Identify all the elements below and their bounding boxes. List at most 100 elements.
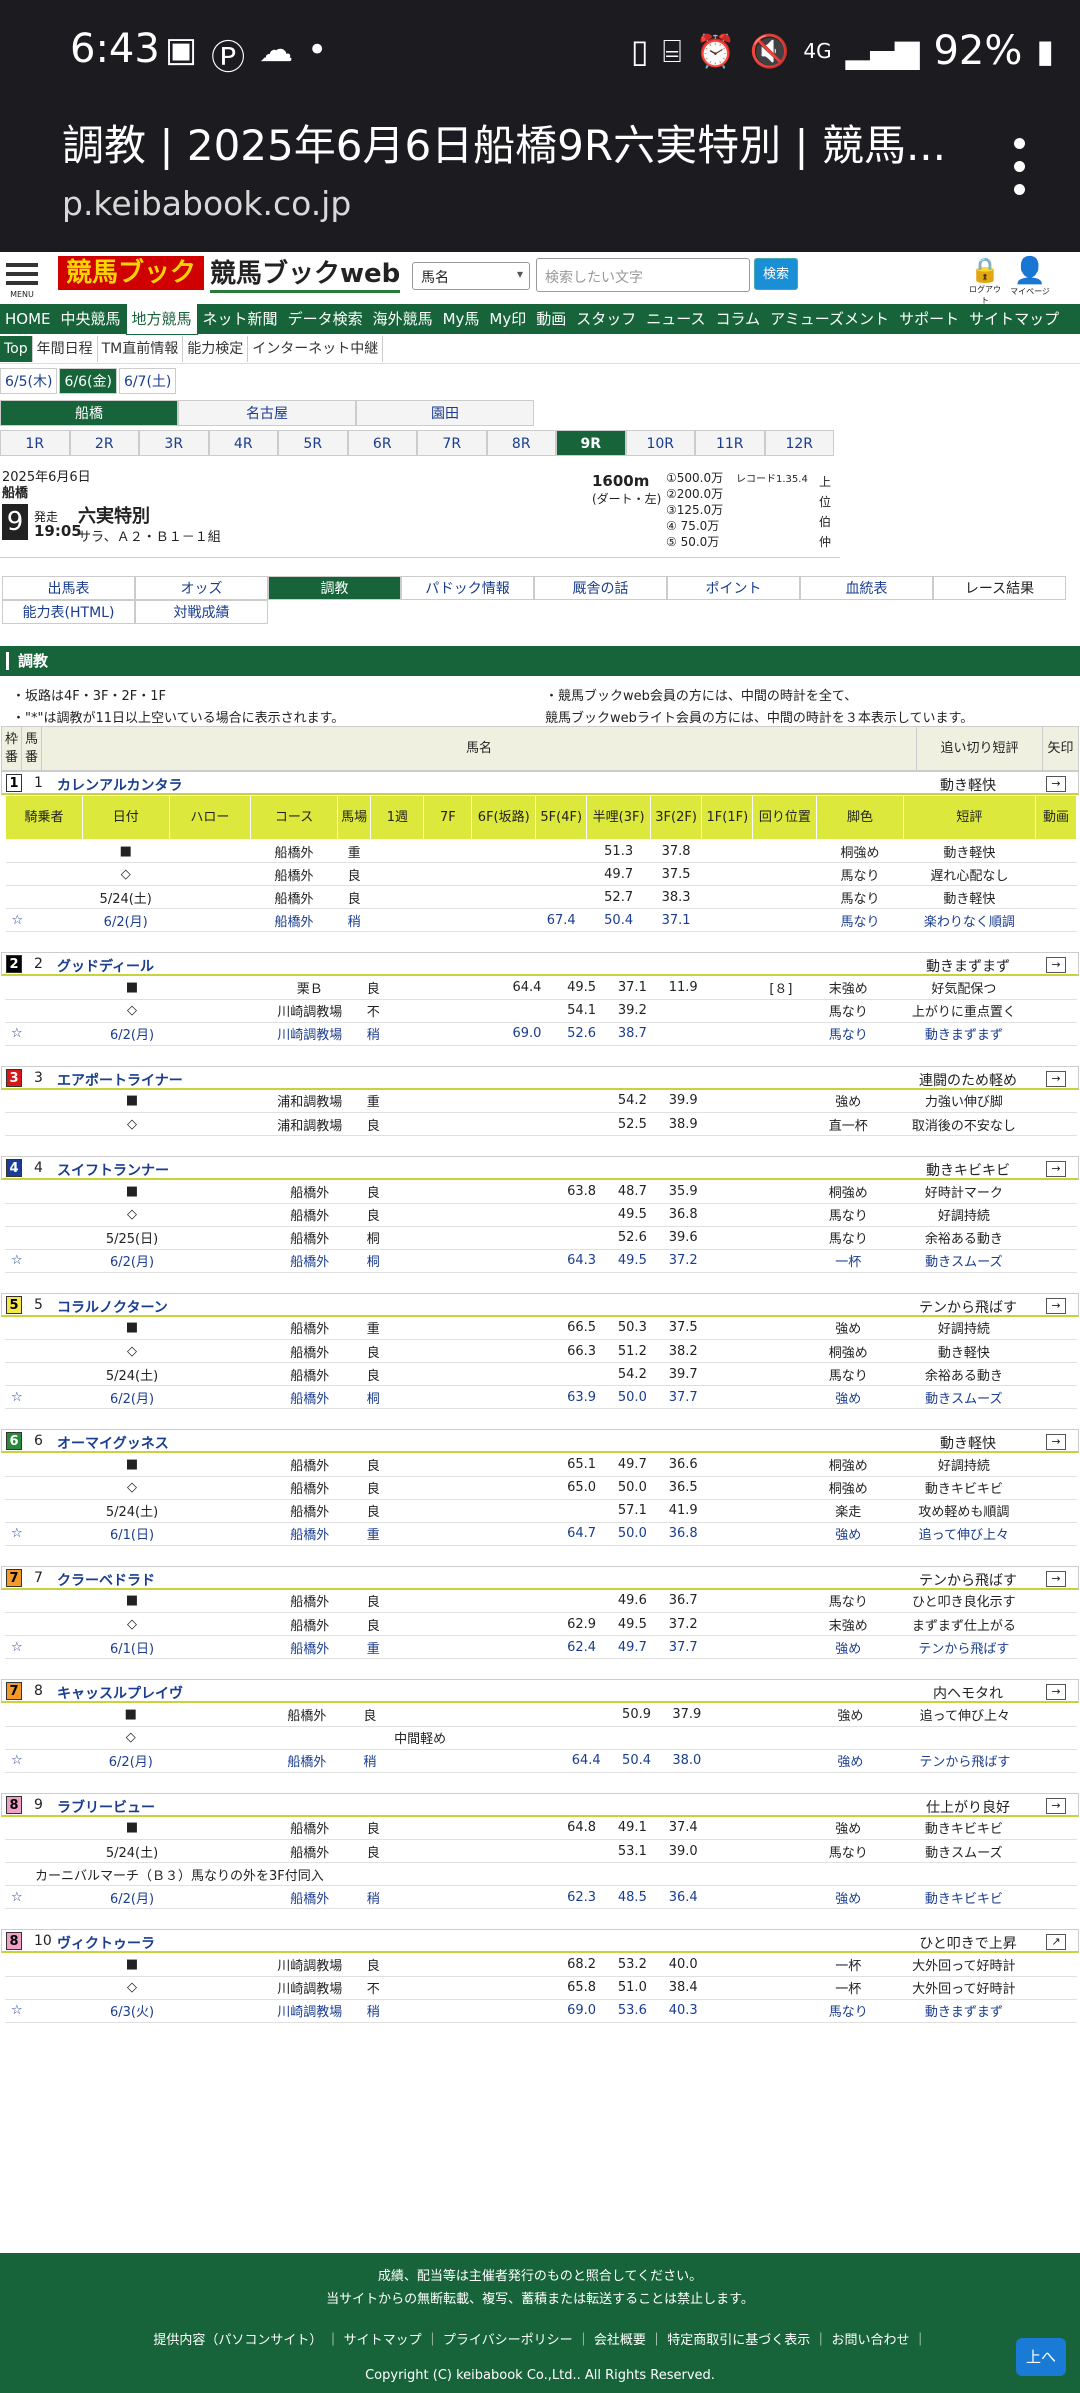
race-tab-link-8[interactable]: 能力表(HTML) (2, 600, 135, 624)
training-cell[interactable] (1033, 1339, 1077, 1363)
horse-name-link[interactable]: カレンアルカンタラ (57, 775, 182, 795)
training-cell[interactable] (1033, 1203, 1077, 1227)
training-cell[interactable] (1033, 976, 1077, 1000)
gnav-item-12[interactable]: アミューズメント (765, 304, 894, 334)
race-tab-11[interactable]: 12R (764, 430, 834, 456)
race-tab-link-3[interactable]: パドック情報 (401, 576, 534, 600)
race-tab-link-1[interactable]: オッズ (135, 576, 268, 600)
venue-tab-2[interactable]: 園田 (356, 400, 534, 426)
horse-name-link[interactable]: グッドディール (57, 956, 154, 976)
training-cell[interactable] (1035, 862, 1077, 886)
date-tab-1[interactable]: 6/6(金) (59, 368, 117, 394)
gnav-item-9[interactable]: スタッフ (571, 304, 641, 334)
race-tab-0[interactable]: 1R (0, 430, 70, 456)
subnav-item-1[interactable]: 年間日程 (33, 335, 98, 362)
gnav-item-3[interactable]: ネット新聞 (198, 304, 283, 334)
horse-name-link[interactable]: オーマイグッネス (57, 1433, 169, 1453)
training-cell[interactable] (1033, 999, 1077, 1023)
race-tab-2[interactable]: 3R (139, 430, 209, 456)
horse-name-link[interactable]: コラルノクターン (57, 1297, 168, 1317)
gnav-item-11[interactable]: コラム (711, 304, 766, 334)
training-cell[interactable] (1033, 1522, 1077, 1546)
training-cell[interactable] (1033, 1976, 1077, 2000)
race-tab-link-7[interactable]: レース結果 (933, 576, 1066, 600)
race-tab-link-0[interactable]: 出馬表 (2, 576, 135, 600)
mypage-user-icon[interactable]: 👤 マイページ (1010, 256, 1050, 297)
race-tab-9[interactable]: 10R (625, 430, 695, 456)
race-tab-link-6[interactable]: 血統表 (800, 576, 933, 600)
training-cell[interactable] (1035, 885, 1077, 909)
horse-name-link[interactable]: クラーベドラド (57, 1570, 155, 1590)
training-cell[interactable] (1033, 1635, 1077, 1659)
training-cell[interactable] (1033, 1362, 1077, 1386)
gnav-item-8[interactable]: 動画 (531, 304, 571, 334)
training-cell[interactable] (1033, 1499, 1077, 1523)
gnav-item-2[interactable]: 地方競馬 (125, 303, 198, 335)
gnav-item-0[interactable]: HOME (0, 304, 56, 334)
training-cell[interactable] (1033, 1089, 1077, 1113)
race-tab-link-4[interactable]: 厩舎の話 (534, 576, 667, 600)
training-cell[interactable] (1033, 1999, 1077, 2023)
training-cell[interactable] (1034, 1703, 1077, 1727)
page-url[interactable]: p.keibabook.co.jp (62, 184, 351, 223)
horse-name-link[interactable]: ラブリービュー (57, 1797, 155, 1817)
training-cell[interactable] (1033, 1180, 1077, 1204)
training-cell[interactable] (1033, 1839, 1077, 1863)
race-tab-10[interactable]: 11R (695, 430, 765, 456)
gnav-item-1[interactable]: 中央競馬 (56, 304, 126, 334)
training-cell[interactable] (1033, 1953, 1077, 1977)
footer-links[interactable]: 提供内容（パソコンサイト） ｜ サイトマップ ｜ プライバシーポリシー ｜ 会社… (0, 2329, 1080, 2348)
training-cell[interactable] (1033, 1612, 1077, 1636)
training-cell[interactable] (1033, 1885, 1077, 1909)
race-tab-link-5[interactable]: ポイント (667, 576, 800, 600)
training-cell[interactable] (1033, 1249, 1077, 1273)
gnav-item-10[interactable]: ニュース (641, 304, 710, 334)
training-cell[interactable] (1033, 1476, 1077, 1500)
race-tab-1[interactable]: 2R (69, 430, 139, 456)
hamburger-menu-icon[interactable]: MENU (6, 258, 38, 299)
gnav-item-14[interactable]: サイトマップ (964, 304, 1064, 334)
gnav-item-13[interactable]: サポート (894, 304, 964, 334)
scroll-top-button[interactable]: 上へ (1016, 2338, 1066, 2376)
race-tab-link-2[interactable]: 調教 (268, 576, 401, 600)
race-tab-4[interactable]: 5R (278, 430, 348, 456)
training-cell[interactable] (1034, 1726, 1077, 1750)
training-cell[interactable] (1033, 1589, 1077, 1613)
training-cell[interactable] (1033, 1816, 1077, 1840)
race-tab-link-9[interactable]: 対戦成績 (135, 600, 268, 624)
venue-tab-0[interactable]: 船橋 (0, 400, 178, 426)
gnav-item-4[interactable]: データ検索 (283, 304, 368, 334)
training-cell[interactable] (1033, 1226, 1077, 1250)
venue-tab-1[interactable]: 名古屋 (178, 400, 356, 426)
horse-name-link[interactable]: キャッスルプレイヴ (57, 1683, 183, 1703)
search-input[interactable]: 検索したい文字 (536, 258, 750, 292)
training-cell[interactable] (1035, 839, 1077, 863)
logout-lock-icon[interactable]: 🔒 ログアウト (968, 256, 1002, 306)
subnav-item-2[interactable]: TM直前情報 (98, 335, 184, 362)
training-cell[interactable] (1034, 1749, 1077, 1773)
training-cell[interactable] (1033, 1385, 1077, 1409)
search-button[interactable]: 検索 (754, 258, 798, 290)
date-tab-2[interactable]: 6/7(土) (118, 368, 177, 394)
race-tab-8[interactable]: 9R (556, 430, 626, 456)
training-cell[interactable] (1035, 908, 1077, 932)
training-cell[interactable] (1033, 1316, 1077, 1340)
horse-name-link[interactable]: ヴィクトゥーラ (57, 1933, 155, 1953)
gnav-item-6[interactable]: My馬 (438, 304, 485, 334)
race-tab-5[interactable]: 6R (347, 430, 417, 456)
horse-name-link[interactable]: エアポートライナー (57, 1070, 183, 1090)
race-tab-7[interactable]: 8R (486, 430, 556, 456)
subnav-item-4[interactable]: インターネット中継 (248, 335, 384, 362)
search-type-select[interactable]: 馬名 (412, 262, 530, 290)
gnav-item-5[interactable]: 海外競馬 (368, 304, 438, 334)
horse-name-link[interactable]: スイフトランナー (57, 1160, 169, 1180)
subnav-item-0[interactable]: Top (0, 335, 33, 362)
more-menu-icon[interactable] (1014, 138, 1030, 195)
gnav-item-7[interactable]: My印 (484, 304, 531, 334)
training-cell[interactable] (1033, 1453, 1077, 1477)
site-logo[interactable]: 競馬ブック 競馬ブックweb (58, 256, 401, 293)
training-cell[interactable] (1033, 1112, 1077, 1136)
race-tab-6[interactable]: 7R (417, 430, 487, 456)
training-cell[interactable] (1033, 1022, 1077, 1046)
race-tab-3[interactable]: 4R (208, 430, 278, 456)
